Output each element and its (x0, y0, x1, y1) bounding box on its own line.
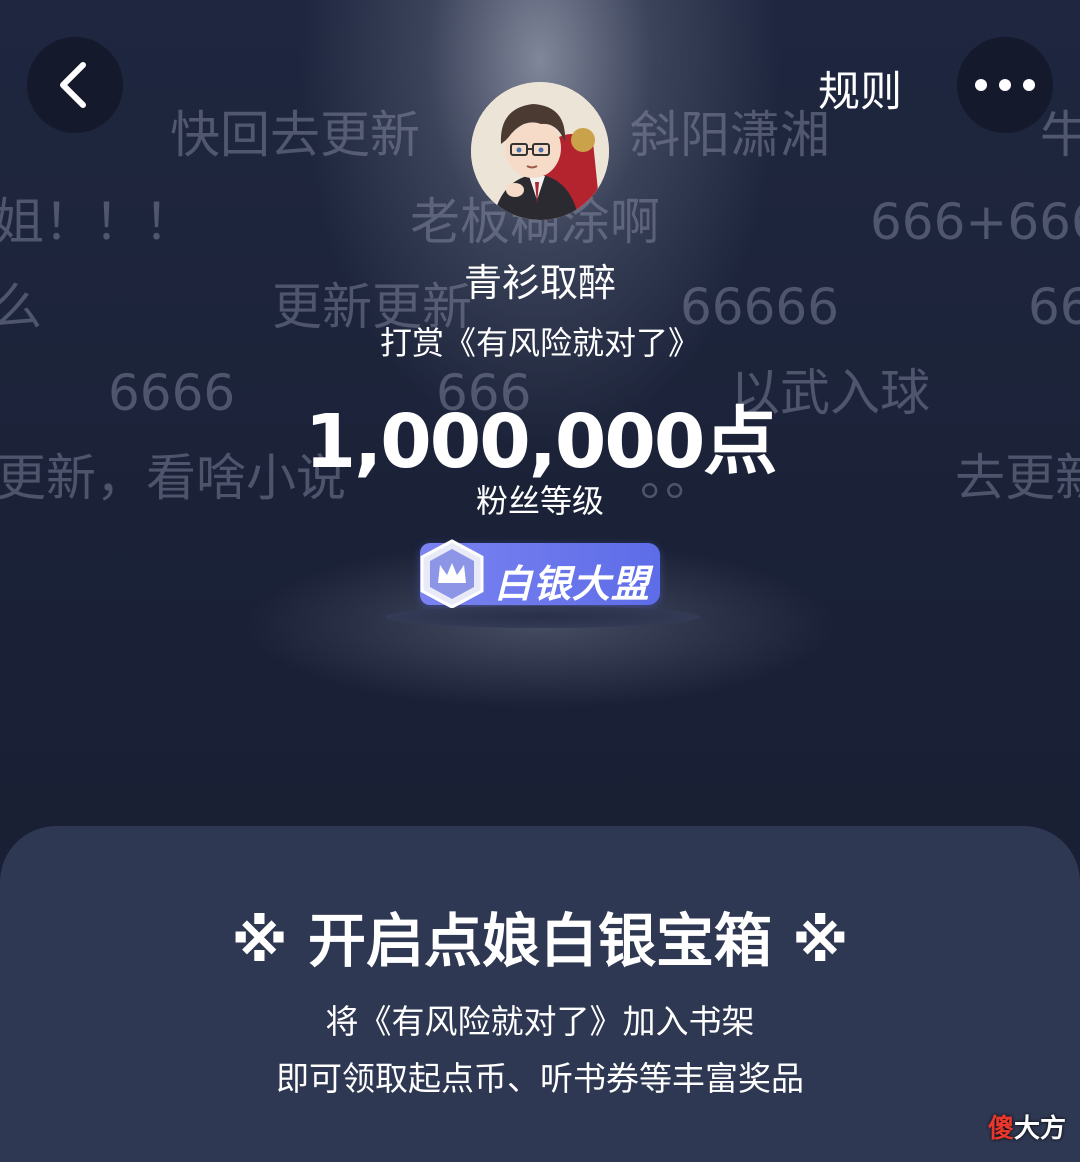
badge-label: 白银大盟 (494, 562, 651, 606)
reward-amount: 1,000,000点 (304, 399, 778, 485)
treasure-card-line-2: 即可领取起点币、听书券等丰富奖品 (276, 1059, 804, 1098)
avatar-illustration (471, 82, 609, 220)
user-avatar[interactable] (471, 82, 609, 220)
treasure-card (0, 826, 1080, 1162)
danmaku-item: 斜阳潇湘 (630, 106, 830, 164)
danmaku-item: 牛 (1040, 106, 1080, 164)
spotlight-pedestal (385, 606, 700, 628)
reward-screen: 快回去更新 斜阳潇湘 牛 姐！！！ 老板糊涂啊 666+666 么 更新更新 6… (0, 0, 1080, 1162)
watermark-rest: 大方 (1014, 1114, 1067, 1144)
treasure-card-title: ※ 开启点娘白银宝箱 ※ (231, 907, 849, 975)
user-name: 青衫取醉 (463, 261, 616, 305)
crown-icon (420, 539, 484, 609)
fan-level-badge[interactable]: 白银大盟 (420, 539, 660, 609)
back-button[interactable] (27, 37, 123, 133)
fan-level-label: 粉丝等级 (475, 482, 604, 520)
more-button[interactable] (957, 37, 1053, 133)
more-horizontal-icon (975, 79, 1035, 91)
reward-description: 打赏《有风险就对了》 (379, 324, 700, 362)
danmaku-item: 姐！！！ (0, 193, 194, 251)
rules-link[interactable]: 规则 (818, 58, 902, 119)
watermark: 傻大方 (988, 1108, 1066, 1145)
danmaku-item: 快回去更新 (170, 106, 420, 164)
chevron-left-icon (60, 62, 86, 108)
danmaku-item: 666+666 (870, 193, 1080, 251)
watermark-first-char: 傻 (988, 1114, 1015, 1144)
treasure-card-line-1: 将《有风险就对了》加入书架 (325, 1002, 755, 1041)
